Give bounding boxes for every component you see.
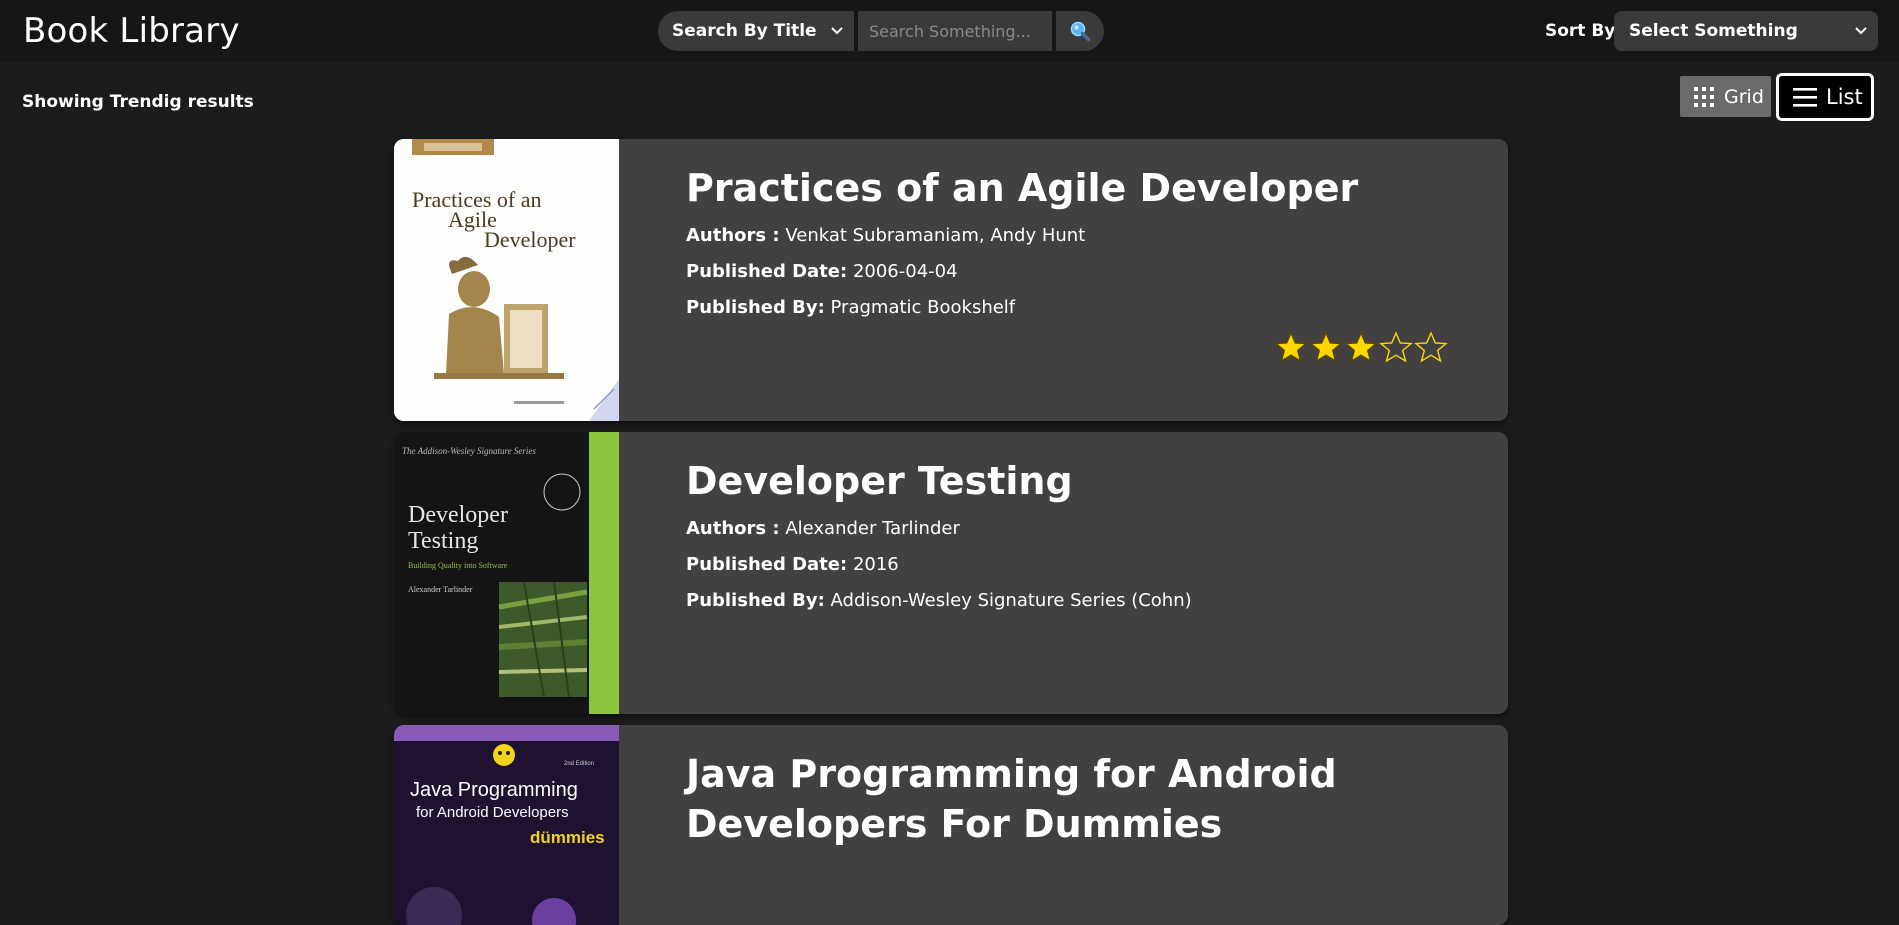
book-details: Practices of an Agile Developer Authors … — [686, 163, 1468, 326]
authors-row: Authors : Alexander Tarlinder — [686, 511, 1468, 547]
date-row: Published Date: 2016 — [686, 547, 1468, 583]
search-type-select[interactable]: Search By Title — [658, 11, 854, 51]
authors-label: Authors : — [686, 225, 780, 246]
star-filled-icon — [1274, 331, 1308, 363]
date-value: 2016 — [852, 554, 899, 575]
book-details: Developer Testing Authors : Alexander Ta… — [686, 456, 1468, 619]
magnifier-icon — [1070, 21, 1091, 42]
date-value: 2006-04-04 — [852, 261, 958, 282]
grid-view-button[interactable]: Grid — [1680, 76, 1771, 117]
publisher-label: Published By: — [686, 297, 825, 318]
cover-series: The Addison-Wesley Signature Series — [402, 446, 536, 456]
star-empty-icon — [1414, 331, 1448, 363]
book-card[interactable]: Practices of an Agile Developer Practice… — [394, 139, 1508, 421]
search-button[interactable] — [1056, 11, 1104, 51]
authors-value: Venkat Subramaniam, Andy Hunt — [785, 225, 1086, 246]
sort-selected: Select Something — [1629, 21, 1798, 41]
publisher-row: Published By: Addison-Wesley Signature S… — [686, 583, 1468, 619]
date-row: Published Date: 2006-04-04 — [686, 254, 1468, 290]
book-card[interactable]: 2nd Edition Java Programming for Android… — [394, 725, 1508, 925]
search-type-selected: Search By Title — [672, 21, 817, 41]
book-details: Java Programming for Android Developers … — [686, 749, 1468, 849]
chevron-down-icon — [831, 27, 843, 35]
star-filled-icon — [1344, 331, 1378, 363]
results-label: Showing Trendig results — [22, 92, 254, 112]
publisher-value: Pragmatic Bookshelf — [830, 297, 1016, 318]
cover-title-line3: Developer — [484, 227, 576, 252]
book-title[interactable]: Developer Testing — [686, 456, 1468, 506]
cover-title-line1: Developer — [408, 502, 508, 528]
list-view-button[interactable]: List — [1776, 73, 1874, 121]
cover-art: Practices of an Agile Developer — [394, 139, 619, 421]
book-cover-image: The Addison-Wesley Signature Series Deve… — [394, 432, 619, 714]
publisher-value: Addison-Wesley Signature Series (Cohn) — [830, 590, 1192, 611]
authors-value: Alexander Tarlinder — [785, 518, 960, 539]
authors-row: Authors : Venkat Subramaniam, Andy Hunt — [686, 218, 1468, 254]
sort-label: Sort By — [1545, 21, 1616, 41]
book-card[interactable]: The Addison-Wesley Signature Series Deve… — [394, 432, 1508, 714]
publisher-row: Published By: Pragmatic Bookshelf — [686, 290, 1468, 326]
cover-brand: dümmies — [530, 828, 605, 847]
date-label: Published Date: — [686, 554, 848, 575]
book-meta: Authors : Venkat Subramaniam, Andy Hunt … — [686, 218, 1468, 326]
grid-view-label: Grid — [1724, 85, 1764, 108]
cover-title-line2: for Android Developers — [416, 804, 569, 821]
book-cover-image: Practices of an Agile Developer — [394, 139, 619, 421]
book-title[interactable]: Practices of an Agile Developer — [686, 163, 1468, 213]
chevron-down-icon — [1855, 27, 1867, 35]
publisher-label: Published By: — [686, 590, 825, 611]
cover-subtitle: Building Quality into Software — [408, 561, 508, 570]
book-title[interactable]: Java Programming for Android Developers … — [686, 749, 1468, 849]
grid-icon — [1694, 86, 1714, 107]
star-filled-icon — [1309, 331, 1343, 363]
date-label: Published Date: — [686, 261, 848, 282]
cover-title-line2: Testing — [408, 528, 478, 554]
star-rating — [1274, 331, 1448, 365]
list-view-label: List — [1826, 85, 1863, 109]
authors-label: Authors : — [686, 518, 780, 539]
cover-edition: 2nd Edition — [564, 761, 594, 767]
search-input[interactable] — [858, 11, 1052, 51]
sort-select[interactable]: Select Something — [1614, 11, 1878, 51]
list-icon — [1793, 88, 1817, 107]
app-title: Book Library — [23, 11, 240, 51]
navbar: Book Library Search By Title Sort By Sel… — [0, 0, 1899, 62]
book-cover-image: 2nd Edition Java Programming for Android… — [394, 725, 619, 925]
cover-author: Alexander Tarlinder — [408, 585, 473, 594]
star-empty-icon — [1379, 331, 1413, 363]
book-meta: Authors : Alexander Tarlinder Published … — [686, 511, 1468, 619]
cover-art: 2nd Edition Java Programming for Android… — [394, 725, 619, 925]
cover-art: The Addison-Wesley Signature Series Deve… — [394, 432, 619, 714]
cover-title-line1: Java Programming — [410, 779, 578, 801]
